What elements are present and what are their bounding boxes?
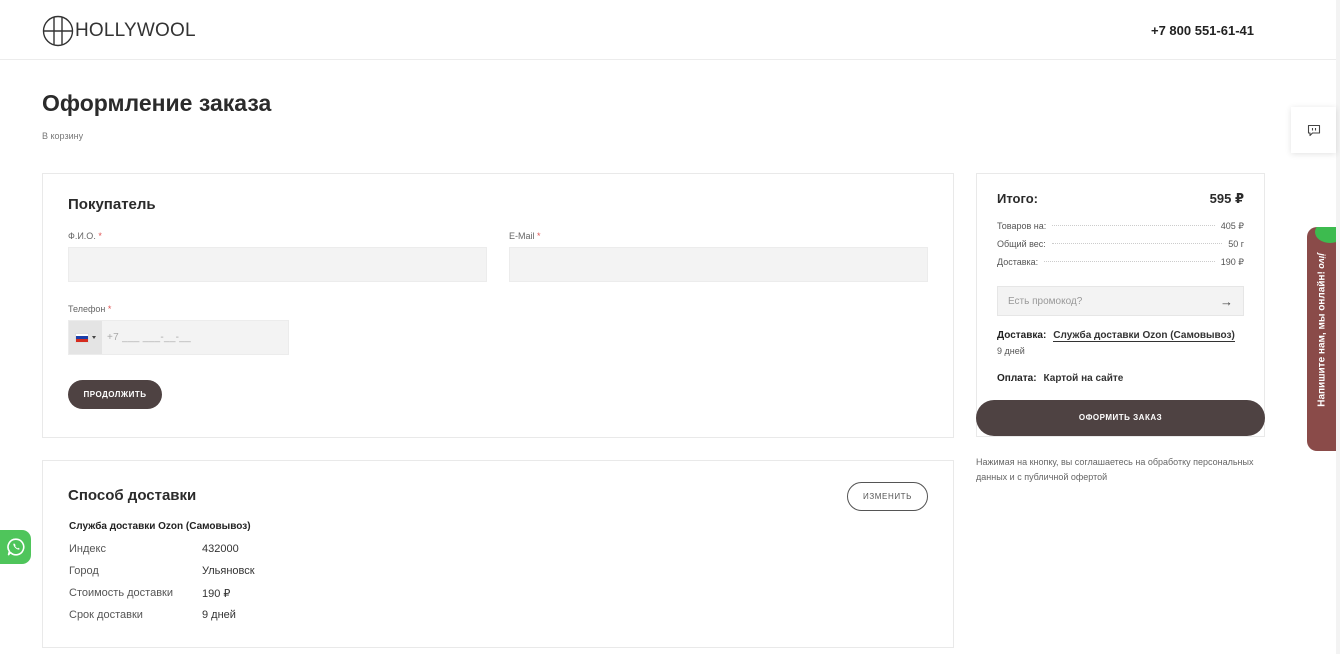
summary-payment: Оплата: Картой на сайте: [997, 373, 1123, 384]
buyer-title: Покупатель: [68, 196, 156, 213]
phone-label: Телефон *: [68, 304, 111, 314]
delivery-row-key: Стоимость доставки: [69, 587, 173, 599]
fio-input[interactable]: [68, 247, 487, 282]
russia-flag-icon: [75, 332, 89, 343]
delivery-row: Срок доставки 9 дней: [69, 609, 236, 621]
summary-line-value: 405 ₽: [1220, 221, 1244, 231]
buyer-section: Покупатель Ф.И.О. * E-Mail * Телефон * +…: [42, 173, 954, 438]
place-order-button[interactable]: ОФОРМИТЬ ЗАКАЗ: [976, 400, 1265, 436]
phone-label-text: Телефон: [68, 304, 106, 314]
email-input[interactable]: [509, 247, 928, 282]
fio-label: Ф.И.О. *: [68, 231, 102, 241]
summary-payment-key: Оплата:: [997, 373, 1037, 384]
summary-payment-value: Картой на сайте: [1043, 373, 1124, 384]
email-label: E-Mail *: [509, 231, 541, 241]
summary-line-key: Доставка:: [997, 257, 1039, 267]
delivery-row-key: Город: [69, 565, 99, 577]
chat-bubble-icon: [1307, 124, 1320, 136]
summary-line: Товаров на: 405 ₽: [997, 221, 1244, 232]
country-select[interactable]: [69, 321, 102, 354]
delivery-service-name: Служба доставки Ozon (Самовывоз): [69, 521, 251, 532]
dotted-leader: [1044, 261, 1215, 262]
header-phone[interactable]: +7 800 551-61-41: [1151, 23, 1254, 38]
promo-placeholder: Есть промокод?: [1008, 295, 1083, 307]
summary-delivery-link[interactable]: Служба доставки Ozon (Самовывоз): [1053, 330, 1235, 342]
back-to-cart-link[interactable]: В корзину: [42, 131, 83, 141]
scrollbar[interactable]: [1336, 0, 1340, 654]
phone-input[interactable]: +7 ___ ___-__-__: [68, 320, 289, 355]
summary-line-key: Общий вес:: [997, 239, 1046, 249]
whatsapp-icon: [6, 538, 24, 556]
summary-line: Доставка: 190 ₽: [997, 257, 1244, 268]
feedback-button[interactable]: [1291, 107, 1336, 153]
dotted-leader: [1051, 243, 1223, 244]
consent-text: Нажимая на кнопку, вы соглашаетесь на об…: [976, 457, 1254, 482]
flag-stripe-red: [76, 338, 88, 342]
summary-title: Итого:: [997, 191, 1038, 206]
arrow-right-icon[interactable]: →: [1220, 294, 1233, 309]
whatsapp-button[interactable]: [0, 530, 31, 564]
delivery-section: Способ доставки ИЗМЕНИТЬ Служба доставки…: [42, 460, 954, 648]
summary-line-value: 190 ₽: [1220, 257, 1244, 267]
promo-code-input[interactable]: Есть промокод? →: [997, 286, 1244, 316]
logo-text: HOLLYWOOL: [75, 20, 196, 41]
summary-total: 595 ₽: [1209, 191, 1244, 206]
continue-button[interactable]: ПРОДОЛЖИТЬ: [68, 380, 162, 409]
delivery-row-value: 9 дней: [202, 609, 236, 621]
order-summary: Итого: 595 ₽ Товаров на: 405 ₽ Общий вес…: [976, 173, 1265, 437]
summary-line-value: 50 г: [1228, 239, 1244, 249]
summary-delivery-key: Доставка:: [997, 330, 1047, 341]
caret-down-icon: [92, 336, 96, 339]
delivery-row-key: Срок доставки: [69, 609, 143, 621]
email-label-text: E-Mail: [509, 231, 535, 241]
online-indicator: [1315, 227, 1336, 243]
delivery-row-key: Индекс: [69, 543, 106, 555]
delivery-row-value: 432000: [202, 543, 239, 555]
logo-mark-icon: [42, 15, 74, 47]
required-mark: *: [107, 304, 112, 314]
summary-delivery: Доставка: Служба доставки Ozon (Самовыво…: [997, 330, 1235, 342]
logo[interactable]: HOLLYWOOL: [42, 15, 196, 47]
summary-line-key: Товаров на:: [997, 221, 1047, 231]
phone-mask-placeholder: +7 ___ ___-__-__: [107, 332, 192, 343]
delivery-title: Способ доставки: [68, 487, 197, 504]
delivery-row: Индекс 432000: [69, 543, 239, 555]
jivo-logo: jivo: [1316, 253, 1327, 269]
page-title: Оформление заказа: [42, 90, 272, 116]
delivery-row-value: 190 ₽: [202, 588, 231, 600]
required-mark: *: [98, 231, 102, 241]
jivo-chat-widget[interactable]: jivo Напишите нам, мы онлайн!: [1307, 227, 1336, 451]
delivery-row: Город Ульяновск: [69, 565, 255, 577]
site-header: HOLLYWOOL +7 800 551-61-41: [0, 0, 1340, 60]
dotted-leader: [1052, 225, 1215, 226]
summary-line: Общий вес: 50 г: [997, 239, 1244, 249]
summary-delivery-days: 9 дней: [997, 346, 1025, 356]
change-delivery-button[interactable]: ИЗМЕНИТЬ: [847, 482, 928, 511]
delivery-row: Стоимость доставки 190 ₽: [69, 587, 230, 600]
delivery-row-value: Ульяновск: [202, 565, 255, 577]
jivo-label: Напишите нам, мы онлайн!: [1316, 271, 1327, 407]
fio-label-text: Ф.И.О.: [68, 231, 96, 241]
required-mark: *: [537, 231, 541, 241]
